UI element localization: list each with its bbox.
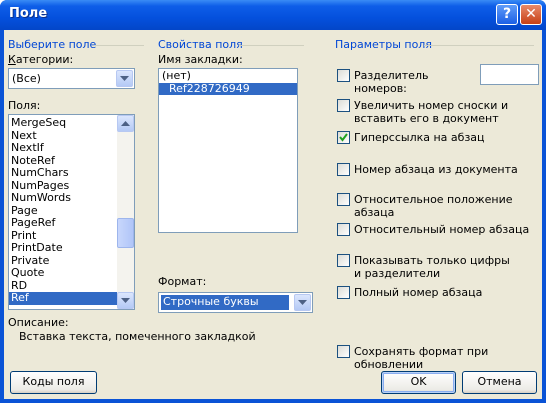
scroll-thumb[interactable] <box>117 218 134 248</box>
description-text: Вставка текста, помеченного закладкой <box>19 330 256 343</box>
field-list-item[interactable]: Ref <box>9 291 117 305</box>
close-button[interactable]: ✕ <box>520 4 542 25</box>
group-divider <box>239 45 304 46</box>
option-7-label: Полный номер абзаца <box>354 286 483 299</box>
format-label: Формат: <box>158 275 207 288</box>
scroll-down-icon[interactable] <box>117 292 134 309</box>
field-options-group-title: Параметры поля <box>335 38 432 51</box>
option-3-checkbox[interactable] <box>337 163 350 176</box>
option-7-checkbox[interactable] <box>337 286 350 299</box>
group-divider <box>424 45 534 46</box>
title-bar[interactable]: Поле ? ✕ <box>0 0 546 30</box>
format-dropdown[interactable]: Строчные буквы <box>158 292 313 313</box>
cancel-button[interactable]: Отмена <box>462 371 537 394</box>
categories-value: (Все) <box>12 72 41 85</box>
option-6-checkbox[interactable] <box>337 254 350 267</box>
field-list-item[interactable]: NextIf <box>9 141 117 155</box>
option-0-checkbox[interactable] <box>337 69 350 82</box>
bookmark-list-item[interactable]: (нет) <box>159 69 297 83</box>
option-6-label: Показывать только цифры и разделители <box>354 254 510 280</box>
option-1-checkbox[interactable] <box>337 99 350 112</box>
fields-label: Поля: <box>8 99 41 112</box>
chevron-down-icon[interactable] <box>116 70 133 87</box>
categories-dropdown[interactable]: (Все) <box>8 68 135 89</box>
preserve-format-checkbox[interactable] <box>337 345 350 358</box>
fields-scrollbar[interactable] <box>117 115 134 309</box>
dialog-window: Поле ? ✕ Выберите поле Категории: (Все) … <box>0 0 546 403</box>
checkmark-icon <box>339 133 348 142</box>
ok-button[interactable]: OK <box>381 371 456 394</box>
option-3-label: Номер абзаца из документа <box>354 163 518 176</box>
field-list-item[interactable]: NumChars <box>9 166 117 180</box>
preserve-format-label: Сохранять формат при обновлении <box>354 345 489 371</box>
option-5-label: Относительный номер абзаца <box>354 223 530 236</box>
format-value: Строчные буквы <box>161 295 289 310</box>
fields-list[interactable]: MergeSeq Next NextIf NoteRef NumChars NumPage… <box>8 114 135 310</box>
option-0-label: Разделитель номеров: <box>354 69 429 95</box>
field-list-item[interactable]: PageRef <box>9 216 117 230</box>
bookmark-list[interactable]: (нет) Ref228726949 <box>158 68 298 233</box>
dialog-body: Выберите поле Категории: (Все) Поля: Mer… <box>4 30 542 399</box>
option-4-checkbox[interactable] <box>337 193 350 206</box>
description-label: Описание: <box>8 316 69 329</box>
choose-field-group-title: Выберите поле <box>8 38 97 51</box>
option-5-checkbox[interactable] <box>337 223 350 236</box>
bookmark-list-item[interactable]: Ref228726949 <box>159 82 297 95</box>
option-1-label: Увеличить номер сноски и вставить его в … <box>354 99 509 125</box>
separator-input[interactable] <box>480 64 539 85</box>
field-list-item[interactable]: PrintDate <box>9 241 117 255</box>
option-2-label: Гиперссылка на абзац <box>354 131 485 144</box>
help-button[interactable]: ? <box>496 4 518 25</box>
field-list-item[interactable]: NumWords <box>9 191 117 205</box>
group-divider <box>94 45 144 46</box>
chevron-down-icon[interactable] <box>294 294 311 311</box>
option-2-checkbox[interactable] <box>337 131 350 144</box>
field-list-item[interactable]: Quote <box>9 266 117 280</box>
categories-label: Категории: <box>8 53 74 66</box>
field-codes-button[interactable]: Коды поля <box>10 371 97 394</box>
field-properties-group-title: Свойства поля <box>158 38 243 51</box>
option-4-label: Относительное положение абзаца <box>354 193 513 219</box>
bookmark-label: Имя закладки: <box>158 53 243 66</box>
dialog-title: Поле <box>9 6 48 21</box>
field-list-item[interactable]: MergeSeq <box>9 116 117 130</box>
scroll-up-icon[interactable] <box>117 115 134 132</box>
